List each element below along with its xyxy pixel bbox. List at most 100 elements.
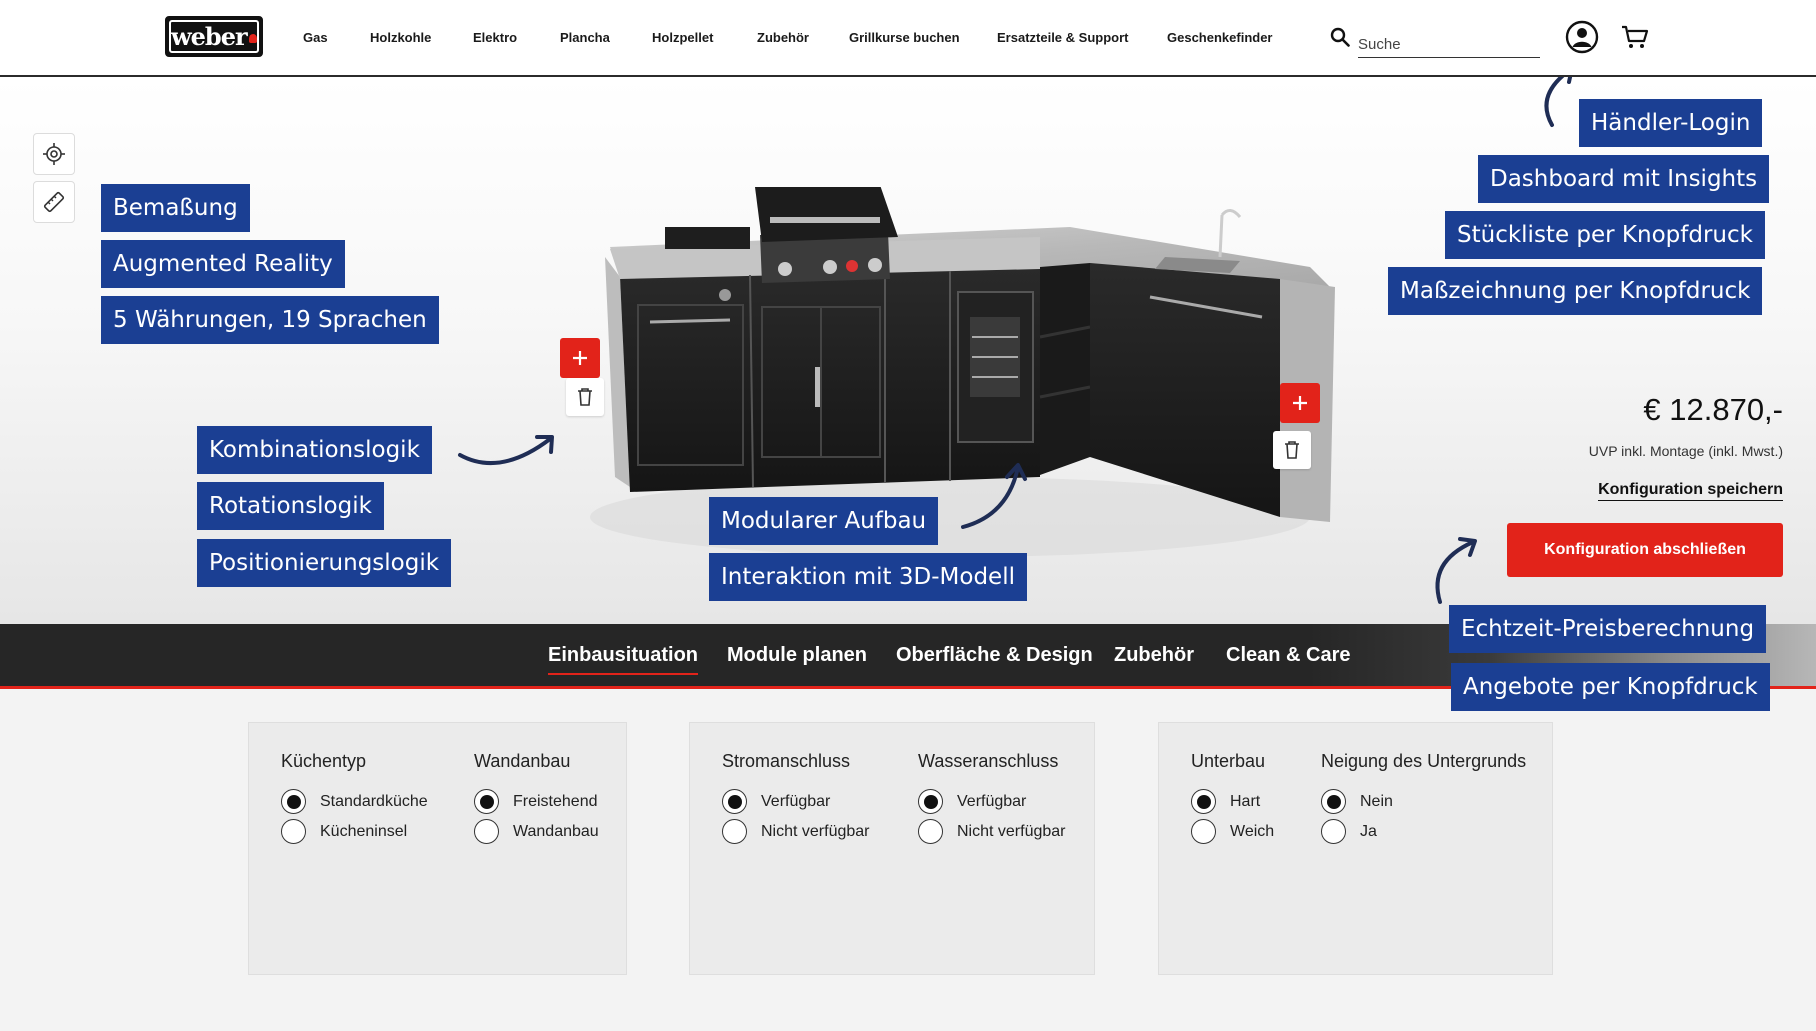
configurator-stage: Bemaßung Augmented Reality 5 Währungen, … (0, 77, 1816, 624)
search-icon[interactable] (1330, 27, 1350, 47)
recenter-button[interactable] (33, 133, 75, 175)
search-input[interactable] (1358, 28, 1540, 58)
radio-option[interactable]: Freistehend (474, 789, 598, 814)
radio-option[interactable]: Verfügbar (722, 789, 830, 814)
add-module-right-button[interactable] (1280, 383, 1320, 423)
arrow-icon (1435, 537, 1477, 604)
outdoor-kitchen-3d-model[interactable] (590, 187, 1350, 607)
nav-item-geschenkefinder[interactable]: Geschenkefinder (1167, 30, 1273, 45)
group-title-wandanbau: Wandanbau (474, 751, 571, 771)
kettle-icon (248, 34, 257, 43)
nav-item-grillkurse[interactable]: Grillkurse buchen (849, 30, 960, 45)
group-title-stromanschluss: Stromanschluss (722, 751, 851, 771)
trash-icon (578, 388, 592, 406)
radio-label: Nicht verfügbar (761, 822, 870, 840)
radio-label: Nicht verfügbar (957, 822, 1066, 840)
radio-option[interactable]: Weich (1191, 819, 1274, 844)
radio-button[interactable] (1321, 819, 1346, 844)
radio-option[interactable]: Wandanbau (474, 819, 599, 844)
target-icon (43, 143, 65, 165)
feature-label: Interaktion mit 3D-Modell (709, 553, 1027, 601)
radio-button[interactable] (281, 789, 306, 814)
radio-label: Freistehend (513, 792, 598, 810)
radio-button[interactable] (474, 819, 499, 844)
measure-button[interactable] (33, 181, 75, 223)
radio-button[interactable] (1321, 789, 1346, 814)
group-title-wasseranschluss: Wasseranschluss (918, 751, 1059, 771)
nav-item-elektro[interactable]: Elektro (473, 30, 517, 45)
radio-label: Ja (1360, 822, 1377, 840)
delete-module-left-button[interactable] (566, 378, 604, 416)
trash-icon (1285, 441, 1299, 459)
radio-button[interactable] (918, 789, 943, 814)
radio-button[interactable] (722, 819, 747, 844)
feature-label: Kombinationslogik (197, 426, 432, 474)
nav-item-plancha[interactable]: Plancha (560, 30, 610, 45)
logo-wordmark: weber (169, 20, 259, 53)
arrow-icon (458, 435, 554, 466)
delete-module-right-button[interactable] (1273, 431, 1311, 469)
radio-button[interactable] (722, 789, 747, 814)
weber-logo[interactable]: weber (165, 16, 263, 57)
radio-option[interactable]: Nicht verfügbar (918, 819, 1066, 844)
radio-option[interactable]: Verfügbar (918, 789, 1026, 814)
radio-label: Hart (1230, 792, 1261, 810)
feature-label: Rotationslogik (197, 482, 384, 530)
feature-label: Positionierungslogik (197, 539, 452, 587)
save-configuration-label[interactable]: Konfiguration speichern (1598, 481, 1783, 501)
feature-label: Händler-Login (1579, 99, 1763, 147)
plus-icon (1293, 396, 1307, 410)
plus-icon (573, 351, 587, 365)
feature-label: Stückliste per Knopfdruck (1445, 211, 1765, 259)
feature-label: Bemaßung (101, 184, 250, 232)
tab-einbausituation[interactable]: Einbausituation (548, 644, 698, 675)
group-title-kuechentyp: Küchentyp (281, 751, 367, 771)
finish-configuration-button[interactable]: Konfiguration abschließen (1507, 523, 1783, 577)
feature-label: Augmented Reality (101, 240, 345, 288)
feature-label: Dashboard mit Insights (1478, 155, 1770, 203)
radio-option[interactable]: Kücheninsel (281, 819, 407, 844)
radio-option[interactable]: Hart (1191, 789, 1260, 814)
nav-item-ersatzteile[interactable]: Ersatzteile & Support (997, 30, 1128, 45)
options-panel-kueche: Küchentyp Standardküche Kücheninsel Wand… (248, 722, 627, 975)
cart-icon[interactable] (1621, 24, 1649, 50)
radio-option[interactable]: Standardküche (281, 789, 428, 814)
nav-item-zubehoer[interactable]: Zubehör (757, 30, 809, 45)
logo-text: weber (171, 22, 248, 51)
options-panel-anschluesse: Stromanschluss Verfügbar Nicht verfügbar… (689, 722, 1095, 975)
feature-label: Modularer Aufbau (709, 497, 939, 545)
feature-label: Angebote per Knopfdruck (1451, 663, 1770, 711)
radio-label: Verfügbar (957, 792, 1027, 810)
arrow-icon (1544, 77, 1573, 127)
nav-item-gas[interactable]: Gas (303, 30, 328, 45)
radio-label: Weich (1230, 822, 1275, 840)
tab-oberflaeche-design[interactable]: Oberfläche & Design (896, 644, 1093, 667)
add-module-left-button[interactable] (560, 338, 600, 378)
radio-option[interactable]: Nein (1321, 789, 1393, 814)
nav-item-holzkohle[interactable]: Holzkohle (370, 30, 431, 45)
group-title-unterbau: Unterbau (1191, 751, 1266, 771)
radio-button[interactable] (281, 819, 306, 844)
feature-label: Maßzeichnung per Knopfdruck (1388, 267, 1763, 315)
tab-zubehoer[interactable]: Zubehör (1114, 644, 1194, 667)
feature-label: 5 Währungen, 19 Sprachen (101, 296, 439, 344)
radio-button[interactable] (1191, 819, 1216, 844)
radio-option[interactable]: Nicht verfügbar (722, 819, 870, 844)
radio-label: Kücheninsel (320, 822, 408, 840)
group-title-neigung: Neigung des Untergrunds (1321, 751, 1527, 771)
radio-label: Verfügbar (761, 792, 831, 810)
radio-button[interactable] (1191, 789, 1216, 814)
radio-label: Nein (1360, 792, 1393, 810)
radio-button[interactable] (918, 819, 943, 844)
tab-module-planen[interactable]: Module planen (727, 644, 867, 667)
radio-option[interactable]: Ja (1321, 819, 1377, 844)
save-configuration-link[interactable]: Konfiguration speichern (1560, 481, 1783, 501)
nav-item-holzpellet[interactable]: Holzpellet (652, 30, 713, 45)
user-icon[interactable] (1565, 20, 1599, 54)
tab-clean-care[interactable]: Clean & Care (1226, 644, 1351, 667)
arrow-icon (961, 463, 1027, 529)
radio-button[interactable] (474, 789, 499, 814)
feature-label: Echtzeit-Preisberechnung (1449, 605, 1767, 653)
ruler-icon (43, 191, 65, 213)
options-panel-untergrund: Unterbau Hart Weich Neigung des Untergru… (1158, 722, 1553, 975)
